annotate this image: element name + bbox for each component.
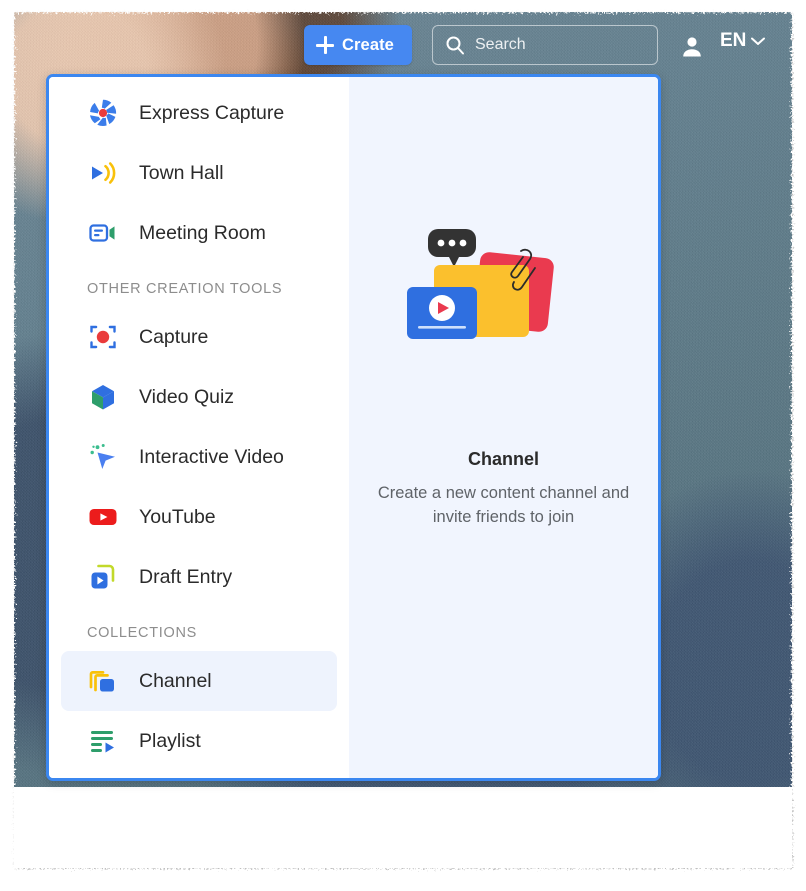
aperture-icon (87, 97, 119, 129)
menu-item-label: Town Hall (139, 161, 224, 184)
cursor-sparkle-icon (87, 441, 119, 473)
top-navigation-bar: Create Search EN (14, 22, 792, 74)
menu-item-channel[interactable]: Channel (61, 651, 337, 711)
channel-stack-icon (87, 665, 119, 697)
search-icon (446, 36, 464, 55)
create-menu-dialog: Express Capture Town Hall Meeting Room O… (46, 74, 661, 781)
menu-item-label: Capture (139, 325, 209, 348)
menu-item-label: Express Capture (139, 101, 285, 124)
menu-item-label: Video Quiz (139, 385, 235, 408)
preview-panel: Channel Create a new content channel and… (349, 77, 658, 778)
section-heading-other-creation-tools: OTHER CREATION TOOLS (87, 281, 283, 297)
youtube-icon (87, 501, 119, 533)
playlist-icon (87, 725, 119, 757)
menu-item-meeting-room[interactable]: Meeting Room (61, 203, 337, 263)
chat-bubble (427, 229, 476, 267)
draft-play-icon (87, 561, 119, 593)
menu-item-label: Interactive Video (139, 445, 284, 468)
screenshot-root: Create Search EN Express Capture Town Ha… (0, 0, 806, 891)
user-avatar-icon[interactable] (679, 34, 705, 60)
language-label: EN (720, 30, 747, 51)
plus-icon (316, 36, 334, 54)
menu-item-capture[interactable]: Capture (61, 307, 337, 367)
menu-item-video-quiz[interactable]: Video Quiz (61, 367, 337, 427)
menu-item-label: Playlist (139, 729, 201, 752)
page-body-strip (14, 787, 792, 868)
menu-item-playlist[interactable]: Playlist (61, 711, 337, 771)
cube-icon (87, 381, 119, 413)
menu-item-express-capture[interactable]: Express Capture (61, 83, 337, 143)
menu-item-label: YouTube (139, 505, 216, 528)
creation-menu-list: Express Capture Town Hall Meeting Room O… (49, 77, 349, 778)
section-heading-collections: COLLECTIONS (87, 625, 198, 641)
video-chat-icon (87, 217, 119, 249)
broadcast-icon (87, 157, 119, 189)
preview-description: Create a new content channel and invite … (377, 484, 630, 526)
preview-title: Channel (467, 449, 539, 469)
menu-item-town-hall[interactable]: Town Hall (61, 143, 337, 203)
menu-item-label: Channel (139, 669, 212, 692)
menu-item-draft-entry[interactable]: Draft Entry (61, 547, 337, 607)
record-frame-icon (87, 321, 119, 353)
create-button-label: Create (342, 35, 394, 54)
menu-item-youtube[interactable]: YouTube (61, 487, 337, 547)
menu-item-label: Meeting Room (139, 221, 266, 244)
chevron-down-icon (751, 37, 766, 45)
create-button[interactable]: Create (304, 25, 412, 65)
language-selector[interactable]: EN (720, 30, 766, 52)
torn-paper-frame: Create Search EN Express Capture Town Ha… (14, 12, 792, 868)
menu-item-interactive-video[interactable]: Interactive Video (61, 427, 337, 487)
channel-cards-illustration (404, 227, 604, 407)
search-input[interactable]: Search (432, 25, 658, 65)
menu-item-label: Draft Entry (139, 565, 233, 588)
search-placeholder: Search (475, 36, 526, 53)
